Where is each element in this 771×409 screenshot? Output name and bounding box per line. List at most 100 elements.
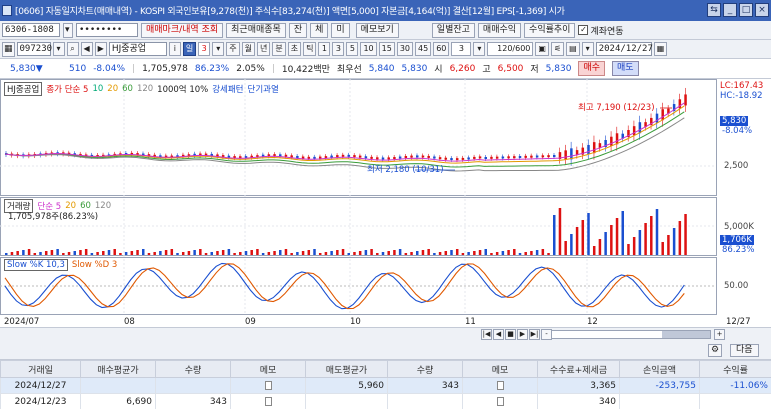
minute-5-button[interactable]: 5 <box>346 42 359 56</box>
scroll-stop-icon[interactable]: ■ <box>505 329 516 340</box>
col-sell-avg[interactable]: 매도평균가 <box>305 360 388 378</box>
memo-icon[interactable] <box>264 380 272 390</box>
volume-bar <box>581 220 585 255</box>
sell-button[interactable]: 매도 <box>612 61 639 76</box>
chart-area[interactable]: HJ중공업 종가 단순 5 10 20 60 120 1000억 10% 강세패… <box>0 79 771 327</box>
trade-profit-button[interactable]: 매매수익 <box>477 22 522 38</box>
filled-button[interactable]: 체 <box>310 22 329 38</box>
col-sell-qty[interactable]: 수량 <box>387 360 463 378</box>
volume-bar <box>490 253 493 255</box>
cell-pnl <box>619 393 700 409</box>
period-minute-button[interactable]: 분 <box>272 42 286 56</box>
col-return[interactable]: 수익률 <box>699 360 771 378</box>
scroll-prev-icon[interactable]: ◀ <box>493 329 504 340</box>
volume-bar <box>199 249 202 255</box>
unfilled-button[interactable]: 미 <box>331 22 350 38</box>
cell-sell-memo[interactable] <box>462 393 538 409</box>
lock-icon[interactable]: ▣ <box>535 42 549 56</box>
maximize-button[interactable]: □ <box>739 3 753 17</box>
scroll-thumb[interactable] <box>662 331 710 338</box>
next-stock-icon[interactable]: ▶ <box>94 42 107 56</box>
zoom-in-icon[interactable]: + <box>714 329 725 340</box>
balance-button[interactable]: 잔 <box>288 22 308 38</box>
xaxis-label-0: 2024/07 <box>4 317 40 327</box>
account-select[interactable]: 6306-1808 <box>2 23 60 37</box>
info-icon[interactable]: i <box>168 42 181 56</box>
volume-bar <box>564 241 567 255</box>
minute-3-button[interactable]: 3 <box>332 42 345 56</box>
prev-stock-icon[interactable]: ◀ <box>80 42 93 56</box>
date-prev-icon[interactable]: ▾ <box>581 42 594 56</box>
scroll-track[interactable] <box>551 330 711 339</box>
account-dropdown-icon[interactable]: ▾ <box>63 22 73 38</box>
chart-settings-icon[interactable]: ⚟ <box>550 42 565 56</box>
col-sell-memo[interactable]: 메모 <box>462 360 538 378</box>
candle-body <box>455 158 459 161</box>
gear-icon[interactable]: ⚙ <box>708 344 722 357</box>
minute-15-button[interactable]: 15 <box>378 42 395 56</box>
scroll-first-icon[interactable]: |◀ <box>481 329 492 340</box>
col-fee[interactable]: 수수료+제세금 <box>537 360 620 378</box>
recent-trades-button[interactable]: 최근매매종목 <box>226 22 286 38</box>
period-year-button[interactable]: 년 <box>256 42 271 56</box>
memo-icon[interactable] <box>264 396 272 406</box>
minute-dropdown-icon[interactable]: ▾ <box>473 42 486 56</box>
cell-buy-memo[interactable] <box>230 393 306 409</box>
close-button[interactable]: × <box>755 3 769 17</box>
next-button[interactable]: 다음 <box>730 344 759 357</box>
minute-10-button[interactable]: 10 <box>360 42 377 56</box>
account-link-checkbox[interactable]: ✓ 계좌연동 <box>578 24 624 37</box>
minute-custom-field[interactable]: 3 <box>451 42 472 56</box>
profit-trend-button[interactable]: 수익률추이 <box>524 22 576 38</box>
col-pnl[interactable]: 손익금액 <box>619 360 700 378</box>
swap-icon[interactable]: ⇆ <box>707 3 721 17</box>
minute-1-button[interactable]: 1 <box>318 42 331 56</box>
calendar-icon[interactable]: ▦ <box>653 42 668 56</box>
trade-mark-button[interactable]: 매매마크/내역 조회 <box>141 22 224 38</box>
col-buy-qty[interactable]: 수량 <box>155 360 231 378</box>
cell-sell-memo[interactable] <box>462 377 538 394</box>
candle-body <box>495 156 499 159</box>
memo-icon[interactable] <box>496 380 504 390</box>
period-dropdown-icon[interactable]: ▾ <box>212 42 225 56</box>
period-tick-button[interactable]: 틱 <box>303 42 317 56</box>
minute-45-button[interactable]: 45 <box>415 42 432 56</box>
trade-table: 거래일 매수평균가 수량 메모 매도평균가 수량 메모 수수료+제세금 손익금액… <box>0 360 771 409</box>
table-row[interactable]: 2024/12/23 6,690 343 340 <box>0 393 771 409</box>
col-buy-memo[interactable]: 메모 <box>230 360 306 378</box>
daily-balance-button[interactable]: 일별잔고 <box>431 22 475 38</box>
volume-bar <box>39 252 42 255</box>
search-icon[interactable]: ⌕ <box>66 42 79 56</box>
volume-bar <box>62 253 65 255</box>
title-bar: [0606] 자동일지차트(매매내역) - KOSPI 외국인보유[9,278(… <box>0 0 771 21</box>
memo-icon[interactable] <box>496 396 504 406</box>
minute-60-button[interactable]: 60 <box>433 42 450 56</box>
col-buy-avg[interactable]: 매수평균가 <box>80 360 156 378</box>
scroll-next-icon[interactable]: ▶ <box>517 329 528 340</box>
period-num-field[interactable]: 3 <box>198 42 211 56</box>
scroll-last-icon[interactable]: ▶| <box>529 329 540 340</box>
buy-button[interactable]: 매수 <box>578 61 605 76</box>
open-price: 6,260 <box>449 63 476 74</box>
period-day-button[interactable]: 일 <box>182 42 197 56</box>
memo-view-button[interactable]: 메모보기 <box>355 22 399 38</box>
minute-30-button[interactable]: 30 <box>396 42 414 56</box>
cell-buy-memo[interactable] <box>230 377 306 394</box>
stock-code-input[interactable]: 097230 <box>16 42 52 56</box>
count-field[interactable]: 120/600 <box>487 42 534 56</box>
ma120-label: 120 <box>136 84 154 94</box>
col-trade-date[interactable]: 거래일 <box>0 360 81 378</box>
save-icon[interactable]: ▤ <box>566 42 580 56</box>
volume-bar <box>250 250 253 255</box>
password-input[interactable]: •••••••• <box>76 23 138 37</box>
period-month-button[interactable]: 월 <box>241 42 255 56</box>
period-second-button[interactable]: 초 <box>287 42 302 56</box>
date-field[interactable]: 2024/12/27 <box>595 42 653 56</box>
chart-type-icon[interactable]: ▦ <box>2 41 15 57</box>
table-row[interactable]: 2024/12/27 5,960 343 3,365 -253,755 -11.… <box>0 377 771 394</box>
period-week-button[interactable]: 주 <box>226 42 240 56</box>
minimize-button[interactable]: _ <box>723 3 737 17</box>
code-dropdown-icon[interactable]: ▾ <box>52 42 65 56</box>
candle-body <box>513 156 516 159</box>
stoch-k-label: Slow %K 10,3 <box>4 259 68 271</box>
